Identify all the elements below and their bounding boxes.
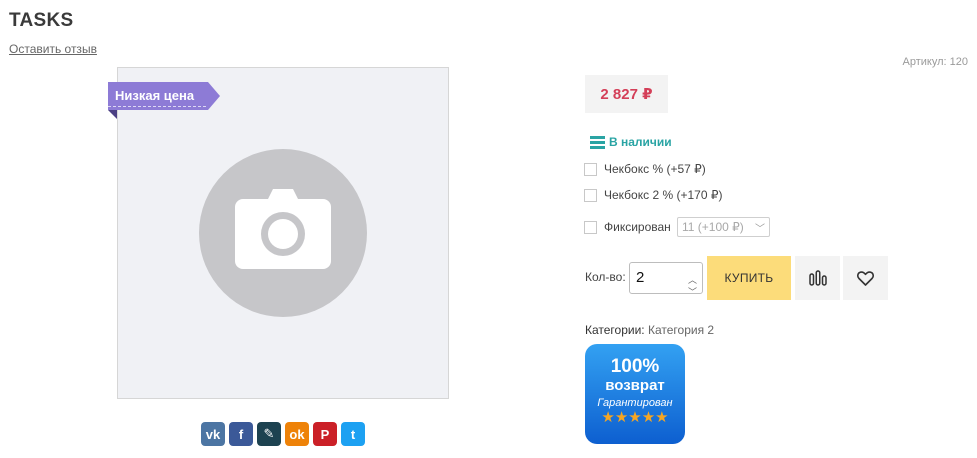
wishlist-button[interactable] <box>843 256 888 300</box>
leave-review-link[interactable]: Оставить отзыв <box>9 42 97 56</box>
odnoklassniki-icon[interactable]: ok <box>285 422 309 446</box>
chevron-down-icon: ﹀ <box>755 224 765 235</box>
option-label: Фиксирован <box>604 220 671 234</box>
buy-button[interactable]: КУПИТЬ <box>707 256 791 300</box>
twitter-icon[interactable]: t <box>341 422 365 446</box>
option-label: Чекбокс 2 % (+170 ₽) <box>604 188 723 202</box>
social-share-bar: vk f ✎ ok P t <box>201 422 365 446</box>
categories-label: Категории: <box>585 323 645 337</box>
fixed-option-select[interactable]: 11 (+100 ₽) ﹀ <box>677 217 770 237</box>
option-checkbox-2: Чекбокс 2 % (+170 ₽) <box>584 188 722 202</box>
heart-icon <box>857 270 874 286</box>
compare-button[interactable] <box>795 256 840 300</box>
quantity-input[interactable]: 2 ︿ ﹀ <box>629 262 703 297</box>
stock-bars-icon <box>590 135 605 149</box>
compare-icon <box>808 270 827 286</box>
camera-placeholder-icon <box>199 149 367 317</box>
facebook-icon[interactable]: f <box>229 422 253 446</box>
option-fixed: Фиксирован <box>584 220 671 234</box>
quantity-label: Кол-во: <box>585 270 626 284</box>
livejournal-icon[interactable]: ✎ <box>257 422 281 446</box>
ribbon-fold <box>108 110 117 119</box>
star-rating-icon: ★★★★★ <box>601 409 669 426</box>
option-label: Чекбокс % (+57 ₽) <box>604 162 706 176</box>
vk-icon[interactable]: vk <box>201 422 225 446</box>
select-value: 11 (+100 ₽) <box>682 220 744 234</box>
badge-percent: 100% <box>610 356 660 377</box>
product-image[interactable] <box>117 67 449 399</box>
checkbox[interactable] <box>584 188 597 202</box>
money-back-guarantee-badge: 100% возврат Гарантирован ★★★★★ <box>585 344 685 444</box>
categories: Категории: Категория 2 <box>585 323 714 337</box>
chevron-down-icon[interactable]: ﹀ <box>688 277 697 307</box>
badge-guaranteed: Гарантирован <box>597 397 673 409</box>
badge-refund: возврат <box>605 377 665 394</box>
product-title: TASKS <box>9 10 74 31</box>
product-sku: Артикул: 120 <box>902 56 968 68</box>
stock-label: В наличии <box>609 135 672 149</box>
option-checkbox-1: Чекбокс % (+57 ₽) <box>584 162 706 176</box>
stock-status: В наличии <box>590 135 672 149</box>
quantity-value: 2 <box>636 269 645 286</box>
checkbox[interactable] <box>584 162 597 176</box>
low-price-ribbon: Низкая цена <box>108 82 220 110</box>
category-link[interactable]: Категория 2 <box>648 323 714 337</box>
product-price: 2 827 ₽ <box>585 75 668 113</box>
checkbox[interactable] <box>584 220 597 234</box>
pinterest-icon[interactable]: P <box>313 422 337 446</box>
